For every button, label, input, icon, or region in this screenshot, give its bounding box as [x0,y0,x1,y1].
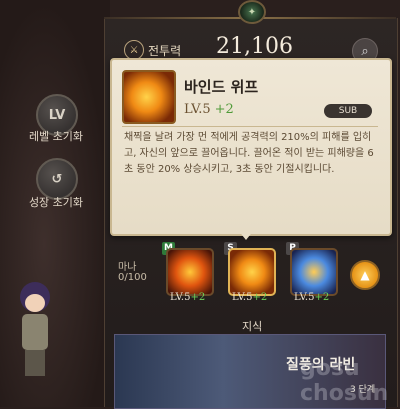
skill-upgrade-button[interactable]: ▲ [350,260,380,290]
mana-value: 0/100 [118,272,147,283]
character-avatar [12,282,58,382]
level-reset-label: 레벨 초기화 [28,130,84,143]
main-skill-level: LV.5+2 [170,292,206,303]
skill-tooltip: 바인드 위프 LV.5 +2 SUB 채찍을 날려 가장 먼 적에게 공격력의 2… [110,58,392,236]
skill-name: 바인드 위프 [184,78,259,96]
skill-level-value: LV.5 [184,102,211,117]
search-icon: ⌕ [361,43,369,59]
main-skill-slot[interactable] [166,248,214,296]
skill-sub-badge: SUB [324,104,372,118]
passive-skill-slot[interactable] [290,248,338,296]
knowledge-label: 지식 [242,320,263,333]
tooltip-pointer [238,230,254,240]
passive-skill-level: LV.5+2 [294,292,330,303]
skill-level: LV.5 +2 [184,102,234,117]
sub-skill-level: LV.5+2 [232,292,268,303]
combat-power-value: 21,106 [216,34,293,59]
arrow-up-icon: ▲ [360,268,370,282]
growth-reset-icon: ↺ [51,171,63,187]
skill-level-bonus: +2 [214,102,234,117]
combat-power-label: 전투력 [148,44,182,58]
mana-label: 마나 [118,262,137,273]
watermark: gosu chosun [300,356,389,406]
sub-skill-slot[interactable] [228,248,276,296]
growth-reset-label: 성장 초기화 [28,196,84,209]
panel-emblem-icon: ✦ [238,0,266,24]
skill-fire-whip-icon [122,70,176,124]
combat-power-icon: ⚔ [124,40,144,60]
tooltip-divider [122,126,378,127]
skill-description: 채찍을 날려 가장 먼 적에게 공격력의 210%의 피해를 입히고, 자신의 … [124,132,374,175]
lv-reset-icon: LV [48,107,66,123]
